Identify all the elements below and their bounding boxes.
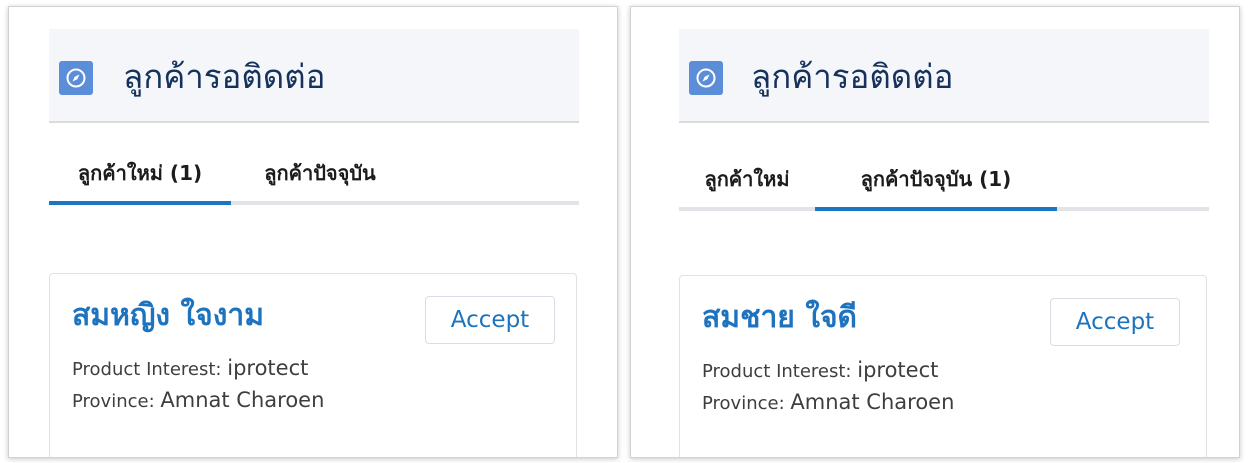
panel-header: ลูกค้ารอติดต่อ (49, 29, 579, 123)
compass-icon (689, 61, 723, 95)
pending-customers-panel-current: ลูกค้ารอติดต่อ ลูกค้าใหม่ ลูกค้าปัจจุบัน… (630, 6, 1240, 458)
province-value: Amnat Charoen (790, 390, 955, 414)
tab-current-customers[interactable]: ลูกค้าปัจจุบัน (1) (815, 147, 1057, 211)
product-interest-row: Product Interest: iprotect (72, 356, 308, 380)
province-row: Province: Amnat Charoen (72, 388, 324, 412)
province-label: Province: (702, 393, 785, 414)
customer-name-link[interactable]: สมชาย ใจดี (702, 298, 857, 338)
province-row: Province: Amnat Charoen (702, 390, 954, 414)
page-title: ลูกค้ารอติดต่อ (123, 57, 326, 96)
pending-customers-panel-new: ลูกค้ารอติดต่อ ลูกค้าใหม่ (1) ลูกค้าปัจจ… (8, 6, 618, 458)
province-label: Province: (72, 391, 155, 412)
product-interest-value: iprotect (857, 358, 939, 382)
product-interest-value: iprotect (227, 356, 309, 380)
page-title: ลูกค้ารอติดต่อ (751, 57, 954, 96)
product-interest-row: Product Interest: iprotect (702, 358, 938, 382)
customer-tabs: ลูกค้าใหม่ (1) ลูกค้าปัจจุบัน (49, 141, 579, 205)
customer-card: สมหญิง ใจงาม Accept Product Interest: ip… (49, 273, 577, 457)
accept-button[interactable]: Accept (425, 296, 555, 344)
customer-tabs: ลูกค้าใหม่ ลูกค้าปัจจุบัน (1) (679, 147, 1209, 211)
tab-current-customers[interactable]: ลูกค้าปัจจุบัน (231, 141, 409, 205)
customer-card: สมชาย ใจดี Accept Product Interest: ipro… (679, 275, 1207, 457)
tab-new-customers[interactable]: ลูกค้าใหม่ (679, 147, 815, 211)
compass-icon (59, 61, 93, 95)
panel-header: ลูกค้ารอติดต่อ (679, 29, 1209, 123)
accept-button[interactable]: Accept (1050, 298, 1180, 346)
province-value: Amnat Charoen (160, 388, 325, 412)
customer-name-link[interactable]: สมหญิง ใจงาม (72, 296, 264, 336)
product-interest-label: Product Interest: (72, 359, 222, 380)
product-interest-label: Product Interest: (702, 361, 852, 382)
tab-new-customers[interactable]: ลูกค้าใหม่ (1) (49, 141, 231, 205)
